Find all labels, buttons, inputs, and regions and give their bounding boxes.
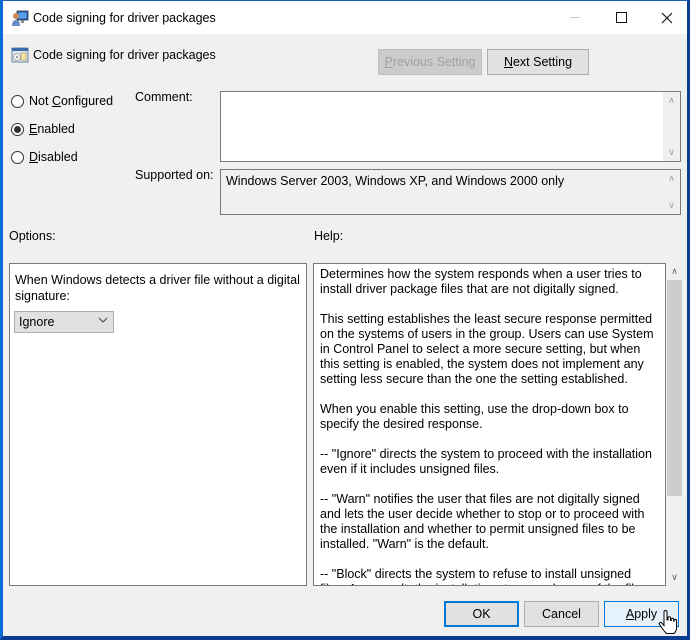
radio-not-configured-label: Not Configured bbox=[29, 94, 114, 108]
response-dropdown[interactable]: Ignore bbox=[14, 311, 114, 333]
radio-disabled[interactable]: Disabled bbox=[11, 150, 78, 164]
radio-not-configured[interactable]: Not Configured bbox=[11, 94, 113, 108]
previous-setting-button[interactable]: Previous Setting bbox=[378, 49, 482, 75]
help-paragraph: Determines how the system responds when … bbox=[320, 267, 642, 296]
help-text: Determines how the system responds when … bbox=[313, 263, 666, 586]
policy-setting-icon bbox=[11, 47, 29, 63]
scroll-up-icon[interactable]: ∧ bbox=[663, 170, 680, 187]
help-paragraph: This setting establishes the least secur… bbox=[320, 312, 654, 386]
help-paragraph: When you enable this setting, use the dr… bbox=[320, 402, 629, 431]
scroll-up-icon[interactable]: ∧ bbox=[663, 92, 680, 109]
options-label: Options: bbox=[9, 229, 56, 243]
next-setting-button[interactable]: Next Setting bbox=[487, 49, 589, 75]
radio-enabled[interactable]: Enabled bbox=[11, 122, 75, 136]
supported-on-field: Windows Server 2003, Windows XP, and Win… bbox=[220, 169, 681, 215]
scroll-down-icon[interactable]: ∨ bbox=[666, 569, 683, 586]
comment-textarea[interactable]: ∧ ∨ bbox=[220, 91, 681, 162]
supported-on-label: Supported on: bbox=[135, 168, 214, 182]
help-scrollbar[interactable]: ∧ ∨ bbox=[666, 263, 683, 586]
minimize-icon bbox=[570, 17, 580, 18]
radio-disabled-control[interactable] bbox=[11, 150, 24, 164]
scroll-down-icon[interactable]: ∨ bbox=[663, 197, 680, 214]
help-paragraph: -- "Ignore" directs the system to procee… bbox=[320, 447, 652, 476]
dropdown-selected-value: Ignore bbox=[19, 315, 55, 329]
help-paragraph: -- "Warn" notifies the user that files a… bbox=[320, 492, 645, 551]
policy-dialog-window: Code signing for driver packages Code si… bbox=[0, 0, 690, 640]
comment-scrollbar[interactable]: ∧ ∨ bbox=[663, 92, 680, 161]
scroll-up-icon[interactable]: ∧ bbox=[666, 263, 683, 280]
close-button[interactable] bbox=[644, 1, 687, 34]
apply-label: Apply bbox=[625, 607, 658, 621]
chevron-down-icon bbox=[98, 317, 108, 323]
help-panel: Determines how the system responds when … bbox=[313, 263, 685, 586]
radio-enabled-label: Enabled bbox=[29, 122, 75, 136]
maximize-icon bbox=[615, 12, 627, 23]
scroll-down-icon[interactable]: ∨ bbox=[663, 144, 680, 161]
group-policy-app-icon bbox=[12, 10, 29, 26]
maximize-button[interactable] bbox=[598, 1, 644, 34]
options-panel: When Windows detects a driver file witho… bbox=[9, 263, 307, 586]
radio-disabled-label: Disabled bbox=[29, 150, 78, 164]
cancel-button[interactable]: Cancel bbox=[524, 601, 599, 627]
ok-button[interactable]: OK bbox=[444, 601, 519, 627]
supported-on-scrollbar[interactable]: ∧ ∨ bbox=[663, 170, 680, 214]
supported-on-value: Windows Server 2003, Windows XP, and Win… bbox=[226, 174, 565, 188]
previous-setting-label: Previous Setting bbox=[384, 55, 476, 69]
help-paragraph: -- "Block" directs the system to refuse … bbox=[320, 567, 647, 585]
radio-not-configured-control[interactable] bbox=[11, 94, 24, 108]
radio-enabled-control[interactable] bbox=[11, 122, 24, 136]
minimize-button[interactable] bbox=[552, 1, 598, 34]
setting-name: Code signing for driver packages bbox=[33, 48, 216, 62]
option-description: When Windows detects a driver file witho… bbox=[15, 273, 300, 303]
close-icon bbox=[661, 12, 673, 23]
scrollbar-thumb[interactable] bbox=[667, 280, 682, 496]
next-setting-label: Next Setting bbox=[503, 55, 573, 69]
help-label: Help: bbox=[314, 229, 344, 243]
window-title: Code signing for driver packages bbox=[33, 11, 216, 25]
apply-button[interactable]: Apply bbox=[604, 601, 679, 627]
comment-label: Comment: bbox=[135, 90, 193, 104]
title-bar[interactable]: Code signing for driver packages bbox=[3, 1, 687, 34]
